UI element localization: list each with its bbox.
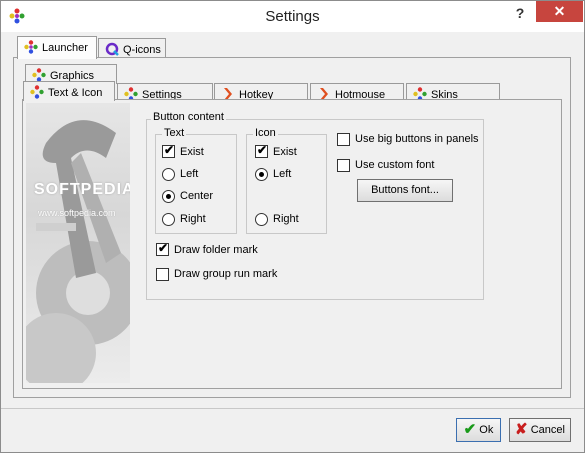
text-exist-label: Exist: [180, 146, 204, 158]
text-icon-flower-icon: [30, 85, 44, 99]
tab-text-icon[interactable]: Text & Icon: [23, 81, 115, 101]
use-big-buttons-label: Use big buttons in panels: [355, 133, 479, 145]
watermark-text: SOFTPEDIA: [34, 181, 130, 198]
tab-launcher-label: Launcher: [42, 42, 88, 54]
tab-launcher[interactable]: Launcher: [17, 36, 97, 59]
ok-check-icon: ✔: [463, 421, 477, 438]
ok-button-label: Ok: [479, 424, 494, 436]
text-right-label: Right: [180, 213, 206, 225]
graphics-flower-icon: [32, 68, 46, 82]
settings-window: Settings ? ✕ Launcher Q-icons Graphics T…: [0, 0, 585, 453]
icon-group-legend: Icon: [253, 127, 278, 139]
tab-q-icons[interactable]: Q-icons: [98, 38, 166, 57]
draw-group-run-mark-checkbox[interactable]: [156, 268, 169, 281]
wrench-gear-image: SOFTPEDIA www.softpedia.com: [26, 103, 130, 383]
title-bar[interactable]: Settings ? ✕: [1, 1, 584, 32]
text-left-radio[interactable]: [162, 168, 175, 181]
icon-right-label: Right: [273, 213, 299, 225]
text-exist-checkbox[interactable]: ✔: [162, 143, 175, 158]
text-left-label: Left: [180, 168, 199, 180]
buttons-font-button[interactable]: Buttons font...: [357, 179, 453, 202]
cancel-x-icon: ✘: [515, 421, 528, 438]
launcher-flower-icon: [24, 40, 38, 54]
use-big-buttons-checkbox[interactable]: [337, 133, 350, 146]
text-center-label: Center: [180, 190, 214, 202]
use-custom-font-checkbox[interactable]: [337, 159, 350, 172]
cancel-button-label: Cancel: [530, 424, 565, 436]
text-center-radio[interactable]: [162, 190, 175, 203]
window-title: Settings: [265, 8, 320, 25]
icon-right-radio[interactable]: [255, 213, 268, 226]
q-icons-icon: [105, 42, 119, 56]
icon-exist-checkbox[interactable]: ✔: [255, 143, 268, 158]
footer-separator: [1, 408, 584, 409]
icon-left-radio[interactable]: [255, 168, 268, 181]
help-button[interactable]: ?: [509, 5, 531, 25]
button-content-legend: Button content: [151, 111, 226, 123]
ok-button[interactable]: ✔ Ok: [456, 418, 501, 442]
close-button[interactable]: ✕: [536, 1, 583, 22]
icon-exist-label: Exist: [273, 146, 297, 158]
draw-folder-mark-checkbox[interactable]: ✔: [156, 241, 169, 256]
tab-q-icons-label: Q-icons: [123, 44, 161, 56]
watermark-url: www.softpedia.com: [38, 208, 116, 218]
use-custom-font-label: Use custom font: [355, 159, 435, 171]
tab-text-icon-label: Text & Icon: [48, 87, 103, 99]
draw-group-run-mark-label: Draw group run mark: [174, 268, 278, 280]
cancel-button[interactable]: ✘ Cancel: [509, 418, 571, 442]
draw-folder-mark-label: Draw folder mark: [174, 244, 258, 256]
text-right-radio[interactable]: [162, 213, 175, 226]
text-group-legend: Text: [162, 127, 187, 139]
icon-left-label: Left: [273, 168, 292, 180]
